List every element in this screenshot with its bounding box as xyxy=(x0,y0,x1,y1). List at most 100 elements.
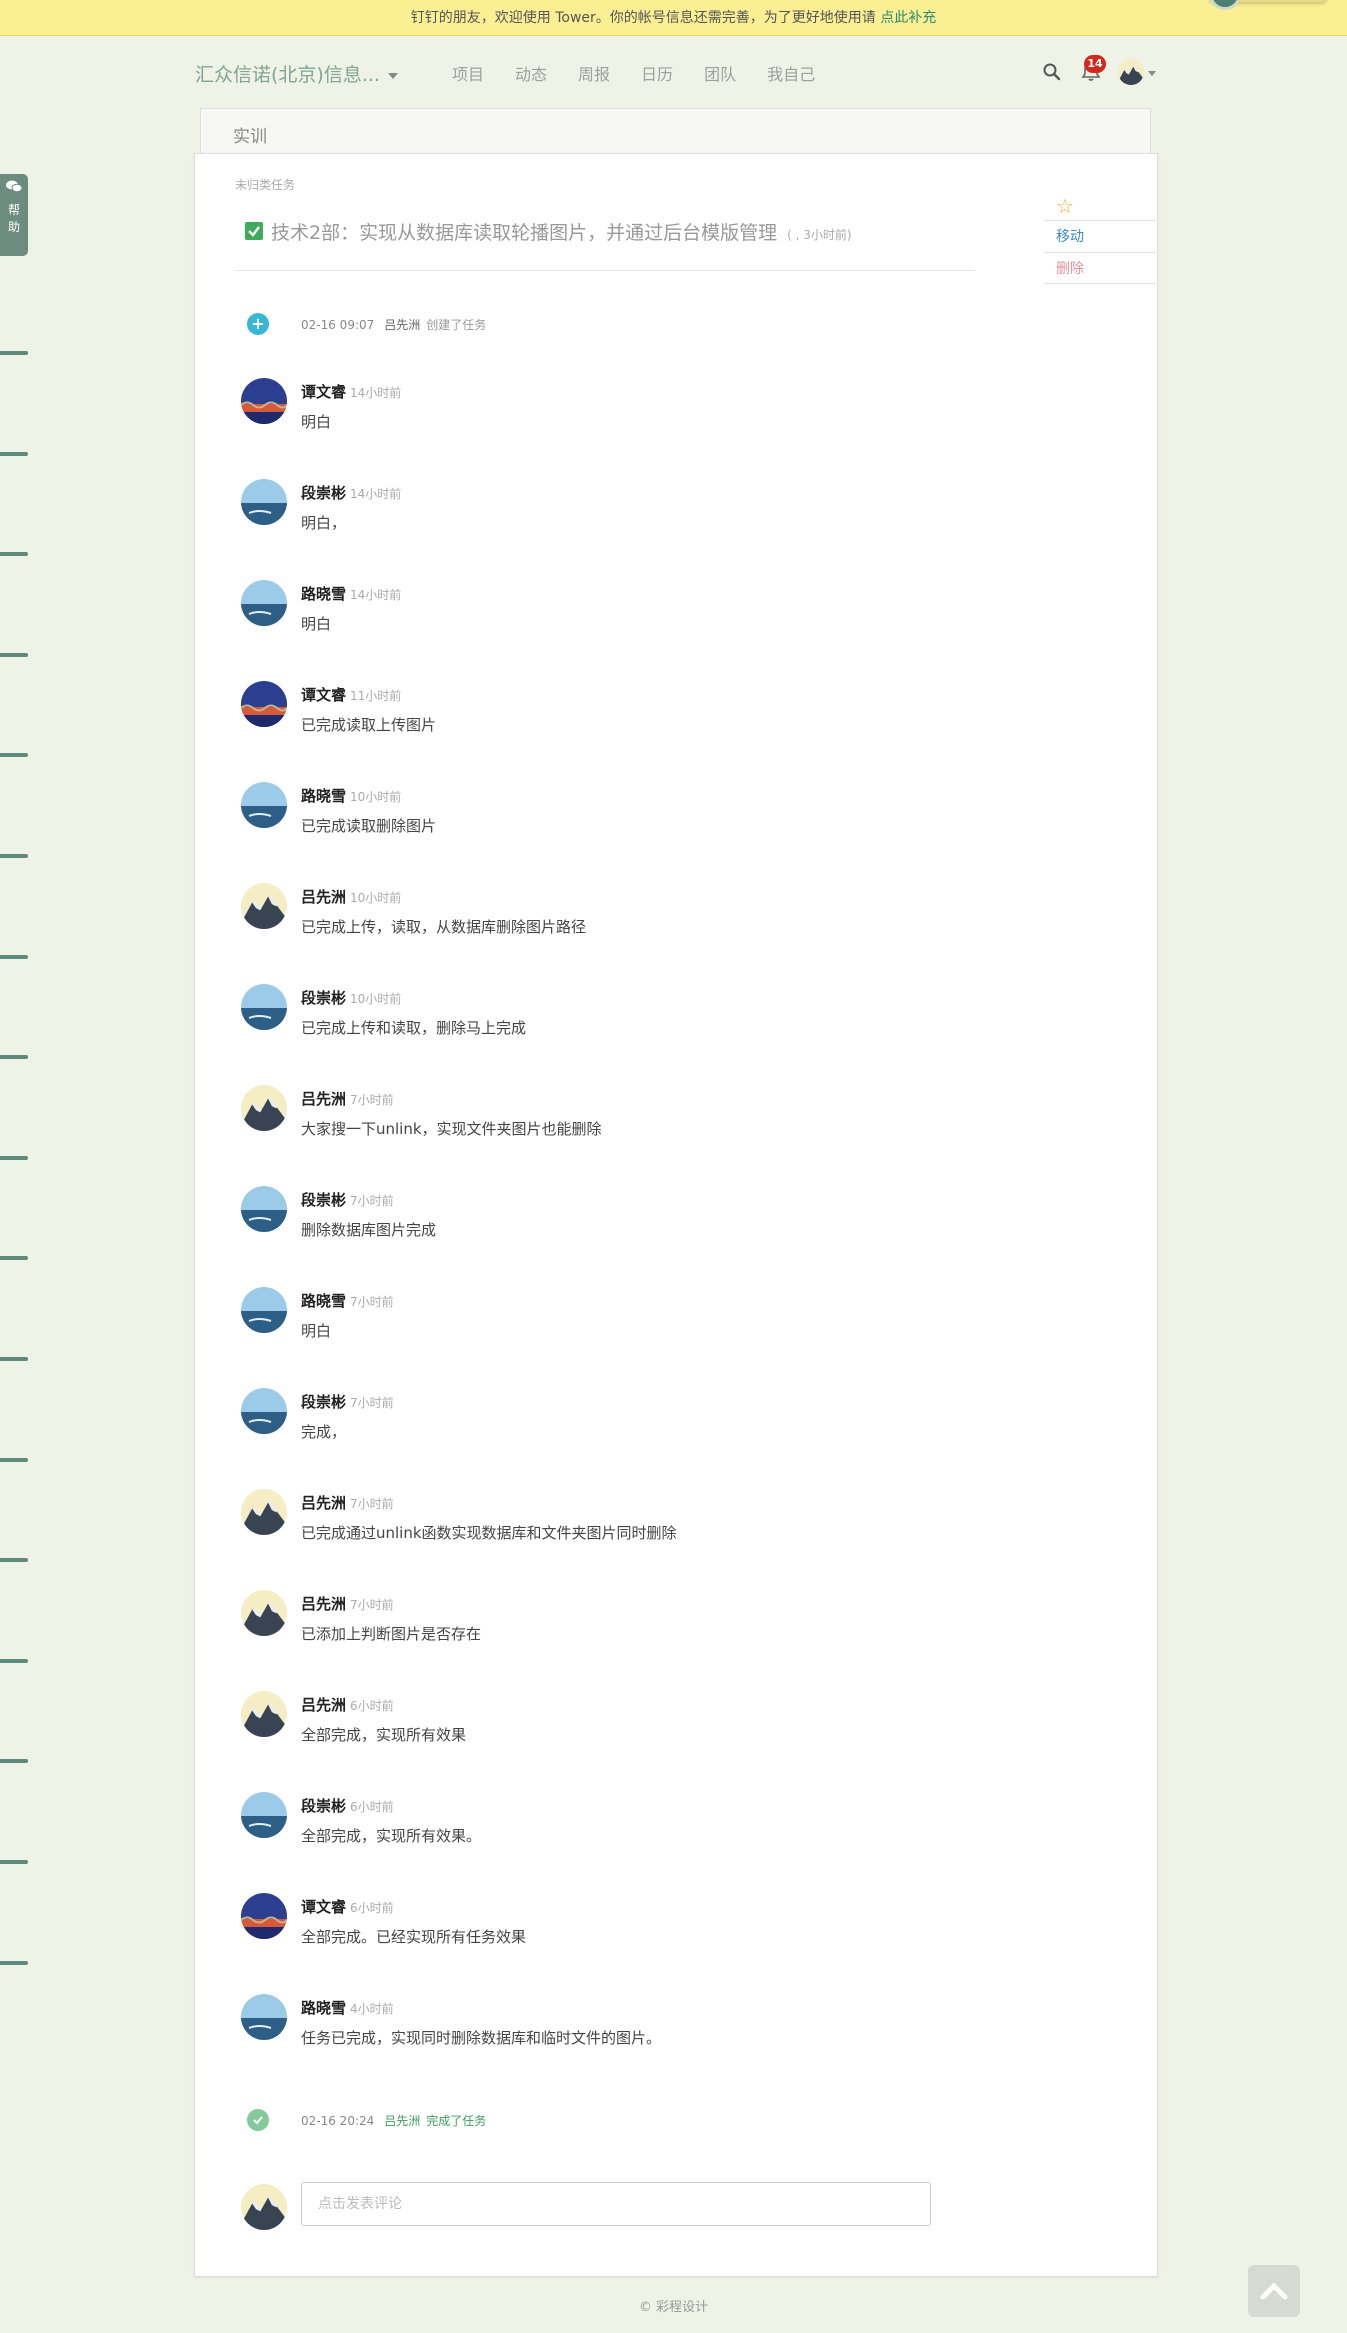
search-icon[interactable] xyxy=(1042,62,1062,82)
comment-input[interactable] xyxy=(301,2182,931,2226)
avatar[interactable] xyxy=(241,1085,287,1131)
comment-time: 7小时前 xyxy=(350,1093,394,1107)
event-user[interactable]: 吕先洲 xyxy=(384,2114,420,2128)
nav-weekly[interactable]: 周报 xyxy=(578,61,610,85)
chevron-down-icon xyxy=(387,72,398,79)
comment-text: 已完成读取删除图片 xyxy=(301,817,437,835)
star-icon[interactable]: ☆ xyxy=(1044,194,1159,220)
avatar[interactable] xyxy=(241,1489,287,1535)
comment-item: 吕先洲 7小时前大家搜一下unlink，实现文件夹图片也能删除 xyxy=(235,1085,975,1145)
rail-tick xyxy=(0,854,28,858)
nav-me[interactable]: 我自己 xyxy=(767,61,815,85)
comment-author[interactable]: 段崇彬 xyxy=(301,989,346,1007)
avatar[interactable] xyxy=(241,1792,287,1838)
comment-text: 明白 xyxy=(301,413,332,431)
comment-author[interactable]: 吕先洲 xyxy=(301,1696,346,1714)
comment-item: 段崇彬 7小时前 完成， xyxy=(235,1388,975,1448)
event-user[interactable]: 吕先洲 xyxy=(384,318,420,332)
delete-button[interactable]: 删除 xyxy=(1044,252,1159,284)
avatar[interactable] xyxy=(241,378,287,424)
comment-text: 明白 xyxy=(301,615,332,633)
top-nav: 汇众信诺(北京)信息... 项目 动态 周报 日历 团队 我自己 14 xyxy=(0,36,1347,110)
rail-tick xyxy=(0,451,28,456)
team-name: 汇众信诺(北京)信息... xyxy=(195,64,380,86)
checkbox-checked-icon[interactable] xyxy=(245,222,263,240)
comment-author[interactable]: 谭文睿 xyxy=(301,1898,346,1916)
avatar[interactable] xyxy=(241,580,287,626)
comment-author[interactable]: 谭文睿 xyxy=(301,686,346,704)
rail-tick xyxy=(0,1055,28,1060)
rail-tick xyxy=(0,652,28,657)
comment-text: 已完成读取上传图片 xyxy=(301,716,437,734)
avatar[interactable] xyxy=(241,782,287,828)
comment-author[interactable]: 段崇彬 xyxy=(301,1393,346,1411)
comment-time: 10小时前 xyxy=(350,891,402,905)
nav-team[interactable]: 团队 xyxy=(704,61,736,85)
comment-time: 7小时前 xyxy=(350,1194,394,1208)
comment-author[interactable]: 段崇彬 xyxy=(301,1797,346,1815)
avatar[interactable] xyxy=(241,1590,287,1636)
comment-author[interactable]: 段崇彬 xyxy=(301,484,346,502)
comment-text: 已完成通过unlink函数实现数据库和文件夹图片同时删除 xyxy=(301,1524,677,1542)
avatar[interactable] xyxy=(241,883,287,929)
avatar[interactable] xyxy=(1118,59,1144,85)
comment-author[interactable]: 路晓雪 xyxy=(301,585,346,603)
comment-text: 大家搜一下unlink，实现文件夹图片也能删除 xyxy=(301,1120,602,1138)
avatar[interactable] xyxy=(241,479,287,525)
comment-item: 路晓雪 10小时前已完成读取删除图片 xyxy=(235,782,975,842)
comment-author[interactable]: 吕先洲 xyxy=(301,1595,346,1613)
rail-tick xyxy=(0,552,28,557)
avatar[interactable] xyxy=(241,1994,287,2040)
chevron-down-icon[interactable] xyxy=(1148,71,1156,76)
breadcrumb[interactable]: 未归类任务 xyxy=(235,176,295,193)
comment-author[interactable]: 路晓雪 xyxy=(301,1292,346,1310)
comment-author[interactable]: 段崇彬 xyxy=(301,1191,346,1209)
comment-author[interactable]: 吕先洲 xyxy=(301,1090,346,1108)
rail-tick xyxy=(0,1558,28,1563)
comment-time: 6小时前 xyxy=(350,1699,394,1713)
nav-activity[interactable]: 动态 xyxy=(515,61,547,85)
comment-time: 11小时前 xyxy=(350,689,402,703)
avatar[interactable] xyxy=(241,1691,287,1737)
comment-text: 全部完成，实现所有效果 xyxy=(301,1726,467,1744)
avatar[interactable] xyxy=(241,1388,287,1434)
rail-tick xyxy=(0,1658,28,1663)
move-button[interactable]: 移动 xyxy=(1044,220,1159,252)
back-to-top-button[interactable] xyxy=(1248,2265,1300,2317)
nav-projects[interactable]: 项目 xyxy=(452,61,484,85)
corner-widget[interactable] xyxy=(1209,0,1327,10)
event-time: 02-16 09:07 xyxy=(301,318,375,332)
comment-time: 10小时前 xyxy=(350,790,402,804)
comment-author[interactable]: 路晓雪 xyxy=(301,1999,346,2017)
nav-calendar[interactable]: 日历 xyxy=(641,61,673,85)
comment-text: 明白 xyxy=(301,1322,332,1340)
comment-author[interactable]: 吕先洲 xyxy=(301,1494,346,1512)
task-meta: ( , 3小时前) xyxy=(787,228,852,242)
project-tab[interactable]: 实训 xyxy=(200,108,1151,154)
comment-text: 任务已完成，实现同时删除数据库和临时文件的图片。 xyxy=(301,2029,662,2047)
notice-complete-link[interactable]: 点此补充 xyxy=(880,10,936,26)
comment-time: 14小时前 xyxy=(350,487,402,501)
comment-item: 路晓雪 4小时前 任务已完成，实现同时删除数据库和临时文件的图片。 xyxy=(235,1994,975,2054)
comment-item: 段崇彬 7小时前删除数据库图片完成 xyxy=(235,1186,975,1246)
task-title-text: 技术2部：实现从数据库读取轮播图片，并通过后台模版管理 xyxy=(271,222,778,244)
comment-item: 吕先洲 7小时前 已添加上判断图片是否存在 xyxy=(235,1590,975,1650)
comment-author[interactable]: 谭文睿 xyxy=(301,383,346,401)
comment-text: 删除数据库图片完成 xyxy=(301,1221,437,1239)
comment-author[interactable]: 路晓雪 xyxy=(301,787,346,805)
avatar[interactable] xyxy=(241,1287,287,1333)
avatar[interactable] xyxy=(241,681,287,727)
rail-tick xyxy=(0,1256,28,1261)
avatar[interactable] xyxy=(241,984,287,1030)
comment-text: 已完成上传和读取，删除马上完成 xyxy=(301,1019,527,1037)
avatar[interactable] xyxy=(241,1186,287,1232)
comment-item: 谭文睿 6小时前 全部完成。已经实现所有任务效果 xyxy=(235,1893,975,1953)
help-widget[interactable]: 帮助 xyxy=(0,174,28,256)
avatar[interactable] xyxy=(241,1893,287,1939)
team-switcher[interactable]: 汇众信诺(北京)信息... xyxy=(195,60,398,87)
event-action: 完成了任务 xyxy=(426,2114,487,2128)
chat-icon xyxy=(0,180,28,196)
comment-text: 全部完成，实现所有效果。 xyxy=(301,1827,482,1845)
comment-time: 7小时前 xyxy=(350,1497,394,1511)
comment-author[interactable]: 吕先洲 xyxy=(301,888,346,906)
